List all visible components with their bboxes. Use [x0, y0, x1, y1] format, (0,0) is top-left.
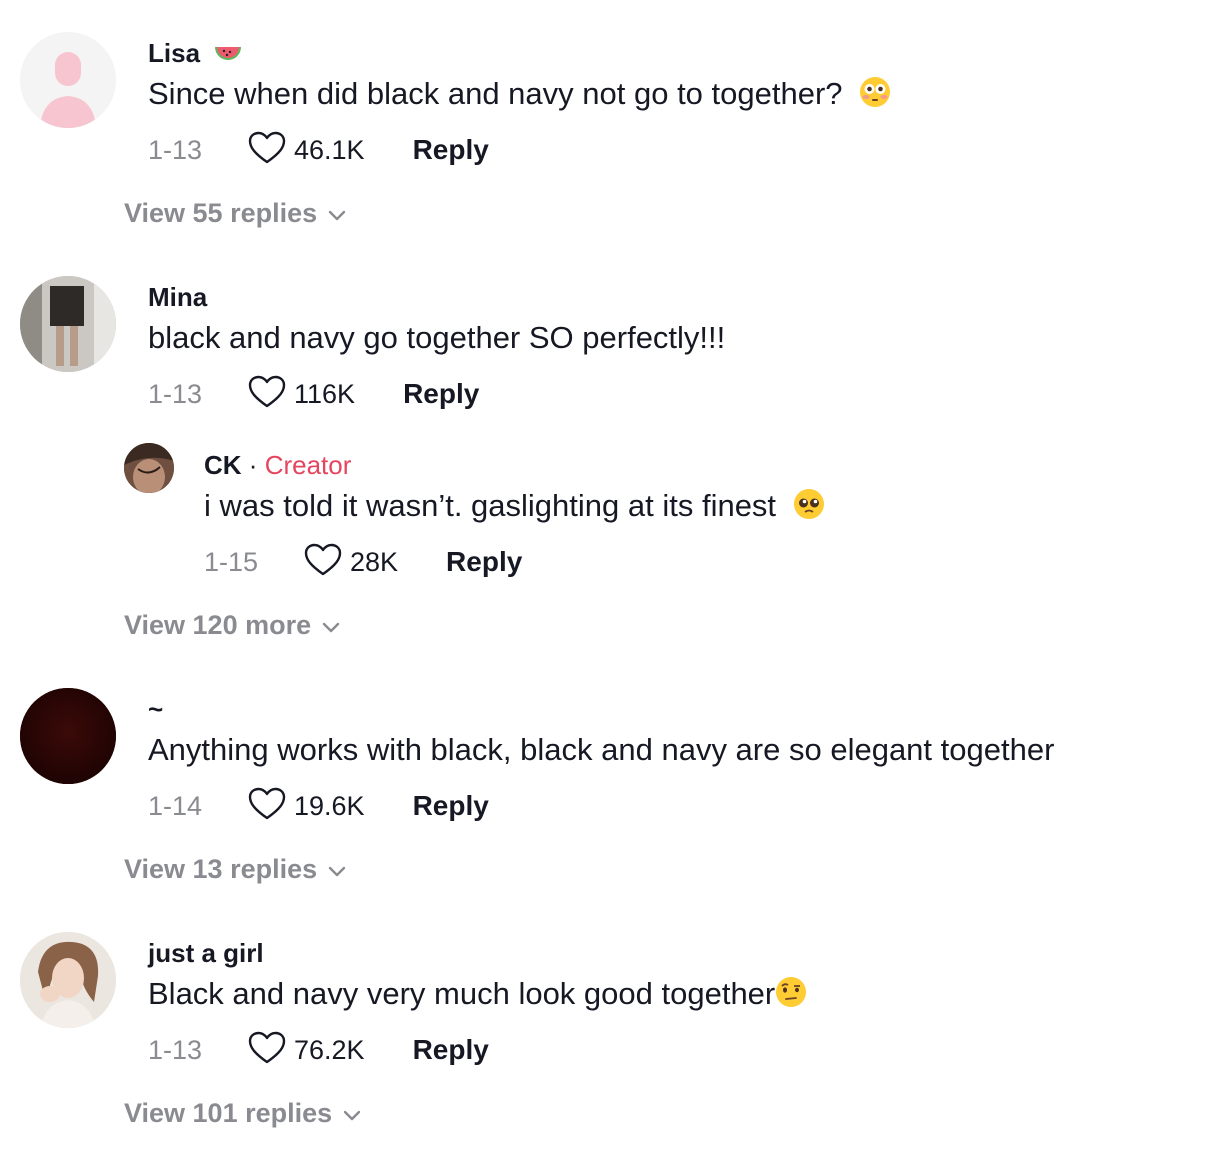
pleading-face-icon — [793, 488, 825, 528]
heart-outline-icon — [248, 1031, 286, 1070]
like-count: 46.1K — [294, 134, 365, 165]
like-button[interactable]: 28K — [304, 543, 398, 582]
like-count: 116K — [294, 378, 356, 409]
like-button[interactable]: 19.6K — [248, 787, 365, 826]
chevron-down-icon — [327, 854, 347, 885]
chevron-down-icon — [342, 1098, 362, 1129]
heart-outline-icon — [248, 375, 286, 414]
comment-username[interactable]: just a girl — [148, 938, 264, 969]
view-replies-button[interactable]: View 13 replies — [124, 854, 347, 885]
comment-username[interactable]: ~ — [148, 694, 163, 725]
reply-button[interactable]: Reply — [413, 134, 489, 166]
comment-meta: 1-14 19.6K Reply — [148, 786, 489, 826]
avatar[interactable] — [20, 932, 116, 1028]
face-with-raised-eyebrow-icon — [775, 976, 807, 1016]
comment-username[interactable]: Lisa — [148, 38, 243, 71]
reply-button[interactable]: Reply — [413, 1034, 489, 1066]
comment-meta: 1-13 46.1K Reply — [148, 130, 489, 170]
avatar[interactable] — [20, 32, 116, 128]
comment-date: 1-13 — [148, 1034, 203, 1065]
reply-button[interactable]: Reply — [403, 378, 479, 410]
reply-username[interactable]: CK · Creator — [204, 450, 351, 481]
reply-button[interactable]: Reply — [413, 790, 489, 822]
avatar[interactable] — [20, 276, 116, 372]
like-count: 76.2K — [294, 1034, 365, 1065]
view-replies-button[interactable]: View 120 more — [124, 610, 341, 641]
like-button[interactable]: 76.2K — [248, 1031, 365, 1070]
watermelon-icon — [213, 40, 243, 71]
chevron-down-icon — [327, 198, 347, 229]
chevron-down-icon — [321, 610, 341, 641]
comment-text: Black and navy very much look good toget… — [148, 976, 807, 1016]
comment-meta: 1-13 116K Reply — [148, 374, 479, 414]
view-replies-button[interactable]: View 101 replies — [124, 1098, 362, 1129]
view-replies-button[interactable]: View 55 replies — [124, 198, 347, 229]
avatar[interactable] — [20, 688, 116, 784]
comment-meta: 1-13 76.2K Reply — [148, 1030, 489, 1070]
reply-date: 1-15 — [204, 546, 259, 577]
flushed-face-icon — [859, 76, 891, 116]
comment-date: 1-13 — [148, 134, 203, 165]
heart-outline-icon — [248, 131, 286, 170]
comment-text: Anything works with black, black and nav… — [148, 732, 1055, 767]
creator-badge: Creator — [264, 450, 352, 480]
like-button[interactable]: 116K — [248, 375, 355, 414]
heart-outline-icon — [248, 787, 286, 826]
like-count: 28K — [350, 546, 399, 577]
reply-button[interactable]: Reply — [446, 546, 522, 578]
comment-date: 1-13 — [148, 378, 203, 409]
like-count: 19.6K — [294, 790, 365, 821]
like-button[interactable]: 46.1K — [248, 131, 365, 170]
reply-meta: 1-15 28K Reply — [204, 542, 522, 582]
comment-text: Since when did black and navy not go to … — [148, 76, 891, 116]
avatar[interactable] — [124, 443, 174, 493]
comment-username[interactable]: Mina — [148, 282, 207, 313]
comment-text: black and navy go together SO perfectly!… — [148, 320, 726, 355]
heart-outline-icon — [304, 543, 342, 582]
reply-text: i was told it wasn’t. gaslighting at its… — [204, 488, 825, 528]
separator: · — [248, 450, 258, 480]
comment-date: 1-14 — [148, 790, 203, 821]
